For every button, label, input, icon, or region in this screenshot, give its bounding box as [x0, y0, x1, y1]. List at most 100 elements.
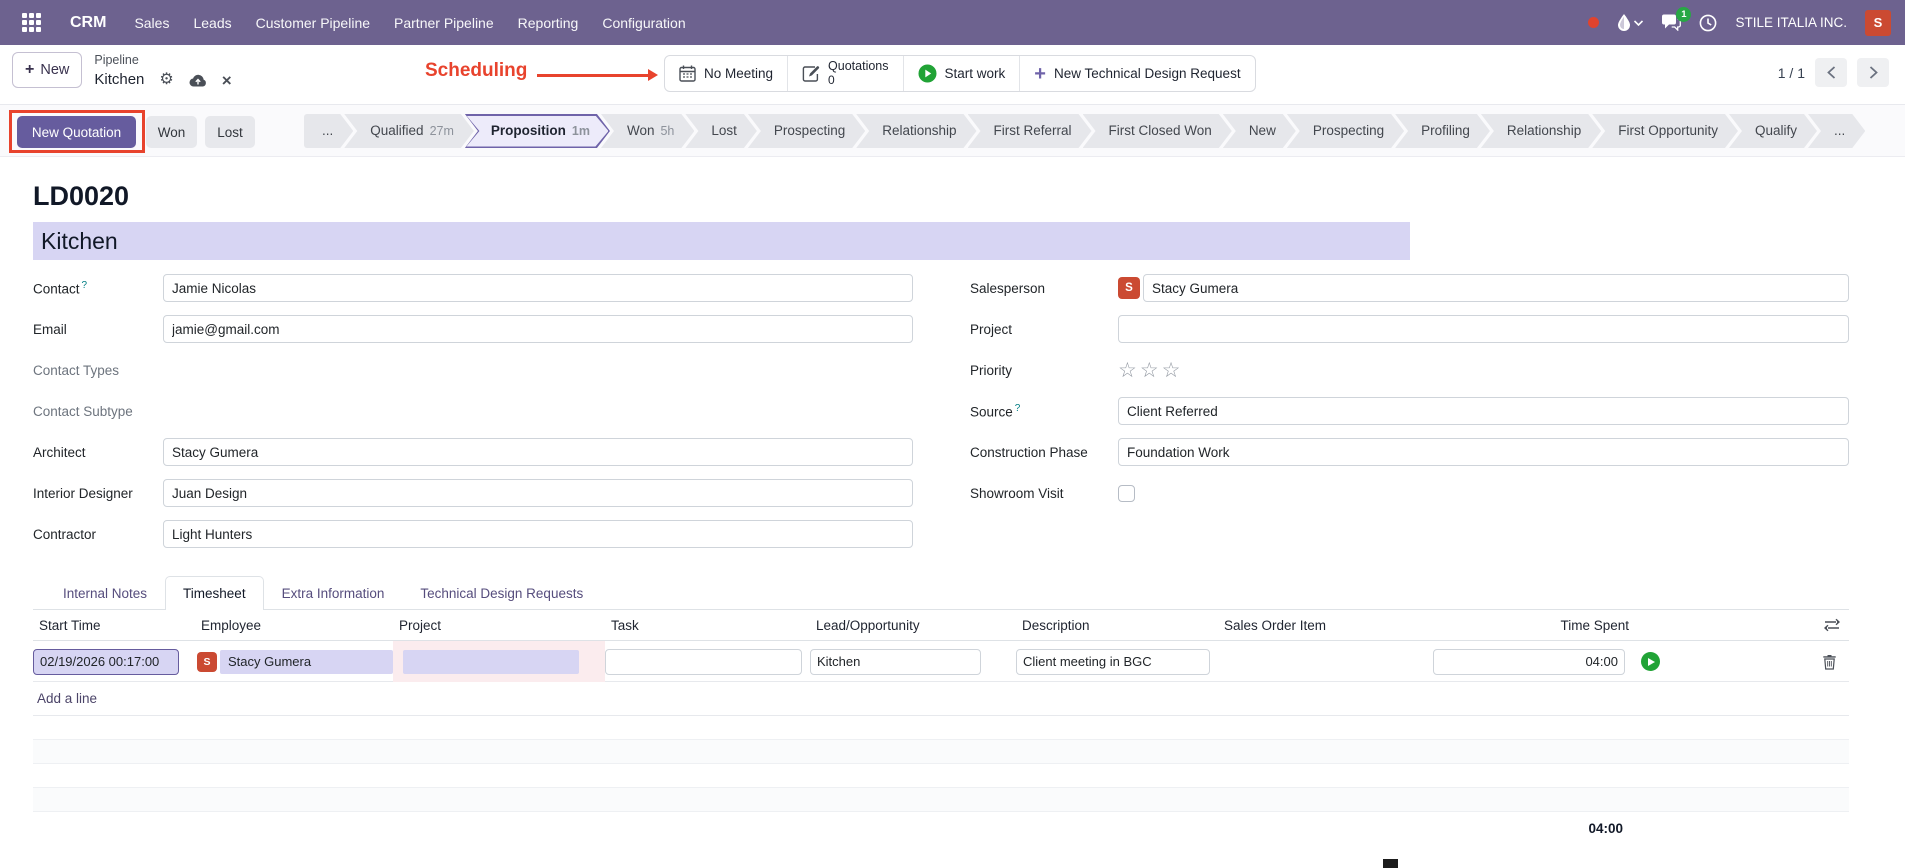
col-time-spent[interactable]: Time Spent — [1433, 618, 1633, 633]
stage-first-opportunity[interactable]: First Opportunity — [1592, 114, 1738, 148]
new-button-label: New — [40, 62, 69, 78]
contractor-input[interactable] — [163, 520, 913, 548]
contact-input[interactable] — [163, 274, 913, 302]
col-task[interactable]: Task — [605, 618, 810, 633]
add-a-line-link[interactable]: Add a line — [33, 691, 97, 706]
menu-leads[interactable]: Leads — [193, 15, 231, 31]
chevron-down-icon — [1634, 20, 1643, 26]
lead-opportunity-input[interactable] — [810, 649, 981, 675]
new-technical-design-request-button[interactable]: + New Technical Design Request — [1020, 56, 1254, 91]
tab-technical-design-requests[interactable]: Technical Design Requests — [402, 576, 601, 610]
stage-won[interactable]: Won5h — [601, 114, 694, 148]
menu-reporting[interactable]: Reporting — [518, 15, 579, 31]
optional-columns-button[interactable] — [1809, 618, 1849, 632]
stage-relationship[interactable]: Relationship — [856, 114, 976, 148]
delete-row-button[interactable] — [1809, 654, 1849, 670]
status-bar: New Quotation Won Lost ... Qualified27m … — [0, 105, 1905, 157]
tab-internal-notes[interactable]: Internal Notes — [45, 576, 165, 610]
stage-profiling[interactable]: Profiling — [1395, 114, 1490, 148]
droplet-menu-button[interactable] — [1617, 14, 1643, 31]
scheduling-annotation: Scheduling — [425, 60, 527, 82]
contact-label: Contact? — [33, 280, 163, 297]
tab-extra-information[interactable]: Extra Information — [264, 576, 403, 610]
adjust-columns-icon — [1824, 618, 1840, 632]
project-empty-value[interactable] — [403, 650, 579, 674]
new-record-button[interactable]: + New — [12, 52, 82, 88]
stage-relationship-2[interactable]: Relationship — [1481, 114, 1601, 148]
stage-prospecting[interactable]: Prospecting — [748, 114, 865, 148]
stage-qualify[interactable]: Qualify — [1729, 114, 1817, 148]
won-button[interactable]: Won — [146, 116, 197, 148]
no-meeting-button[interactable]: No Meeting — [665, 56, 788, 91]
breadcrumb-parent[interactable]: Pipeline — [94, 53, 231, 69]
interior-designer-input[interactable] — [163, 479, 913, 507]
opportunity-title-input[interactable] — [33, 222, 1410, 260]
stage-ellipsis-left[interactable]: ... — [304, 114, 353, 148]
save-cloud-icon[interactable] — [189, 74, 207, 87]
menu-configuration[interactable]: Configuration — [602, 15, 685, 31]
quotations-button[interactable]: Quotations 0 — [788, 56, 903, 91]
priority-label: Priority — [970, 363, 1118, 378]
employee-name[interactable]: Stacy Gumera — [220, 650, 393, 674]
messages-button[interactable]: 1 — [1661, 14, 1681, 31]
menu-customer-pipeline[interactable]: Customer Pipeline — [256, 15, 370, 31]
salesperson-input[interactable] — [1143, 274, 1849, 302]
star-icon[interactable]: ☆ — [1162, 359, 1184, 382]
col-start-time[interactable]: Start Time — [33, 618, 185, 633]
stage-duration: 1m — [572, 124, 590, 138]
droplet-icon — [1617, 14, 1631, 31]
employee-avatar: S — [197, 652, 217, 672]
stage-first-referral[interactable]: First Referral — [968, 114, 1092, 148]
empty-row — [33, 740, 1849, 764]
project-cell-invalid[interactable] — [393, 641, 605, 682]
showroom-visit-label: Showroom Visit — [970, 486, 1118, 501]
source-label: Source? — [970, 403, 1118, 420]
apps-grid-icon[interactable] — [16, 8, 46, 38]
pager-next-button[interactable] — [1857, 58, 1889, 87]
showroom-visit-checkbox[interactable] — [1118, 485, 1135, 502]
employee-cell[interactable]: S Stacy Gumera — [195, 650, 393, 674]
email-input[interactable] — [163, 315, 913, 343]
stage-new[interactable]: New — [1223, 114, 1296, 148]
stage-lost[interactable]: Lost — [685, 114, 757, 148]
stage-proposition-active[interactable]: Proposition1m — [465, 114, 610, 148]
source-input[interactable] — [1118, 397, 1849, 425]
user-avatar[interactable]: S — [1865, 10, 1891, 36]
col-lead-opportunity[interactable]: Lead/Opportunity — [810, 618, 988, 633]
plus-icon: + — [25, 61, 34, 79]
star-icon[interactable]: ☆ — [1118, 359, 1140, 382]
priority-stars[interactable]: ☆☆☆ — [1118, 360, 1183, 381]
stage-first-closed-won[interactable]: First Closed Won — [1083, 114, 1232, 148]
app-name[interactable]: CRM — [70, 14, 106, 32]
activities-button[interactable] — [1699, 14, 1717, 32]
company-name[interactable]: STILE ITALIA INC. — [1735, 15, 1847, 30]
col-employee[interactable]: Employee — [195, 618, 393, 633]
project-input[interactable] — [1118, 315, 1849, 343]
contact-types-label: Contact Types — [33, 363, 163, 378]
timer-play-button[interactable] — [1641, 652, 1660, 671]
timesheet-row: S Stacy Gumera — [33, 641, 1849, 682]
col-sales-order-item[interactable]: Sales Order Item — [1218, 618, 1433, 633]
pager-previous-button[interactable] — [1815, 58, 1847, 87]
chevron-right-icon — [1869, 66, 1878, 79]
star-icon[interactable]: ☆ — [1140, 359, 1162, 382]
lost-button[interactable]: Lost — [205, 116, 255, 148]
menu-partner-pipeline[interactable]: Partner Pipeline — [394, 15, 494, 31]
menu-sales[interactable]: Sales — [134, 15, 169, 31]
new-quotation-button[interactable]: New Quotation — [17, 116, 136, 148]
gear-icon[interactable]: ⚙ — [159, 72, 173, 88]
discard-icon[interactable]: × — [222, 72, 232, 89]
stage-prospecting-2[interactable]: Prospecting — [1287, 114, 1404, 148]
description-input[interactable] — [1016, 649, 1210, 675]
start-work-button[interactable]: Start work — [904, 56, 1021, 91]
tab-timesheet[interactable]: Timesheet — [165, 576, 264, 610]
col-description[interactable]: Description — [1016, 618, 1218, 633]
pager: 1 / 1 — [1778, 58, 1889, 87]
stage-qualified[interactable]: Qualified27m — [344, 114, 474, 148]
architect-input[interactable] — [163, 438, 913, 466]
start-time-input[interactable] — [33, 649, 179, 675]
time-spent-input[interactable] — [1433, 649, 1625, 675]
construction-phase-input[interactable] — [1118, 438, 1849, 466]
col-project[interactable]: Project — [393, 618, 605, 633]
task-input[interactable] — [605, 649, 802, 675]
